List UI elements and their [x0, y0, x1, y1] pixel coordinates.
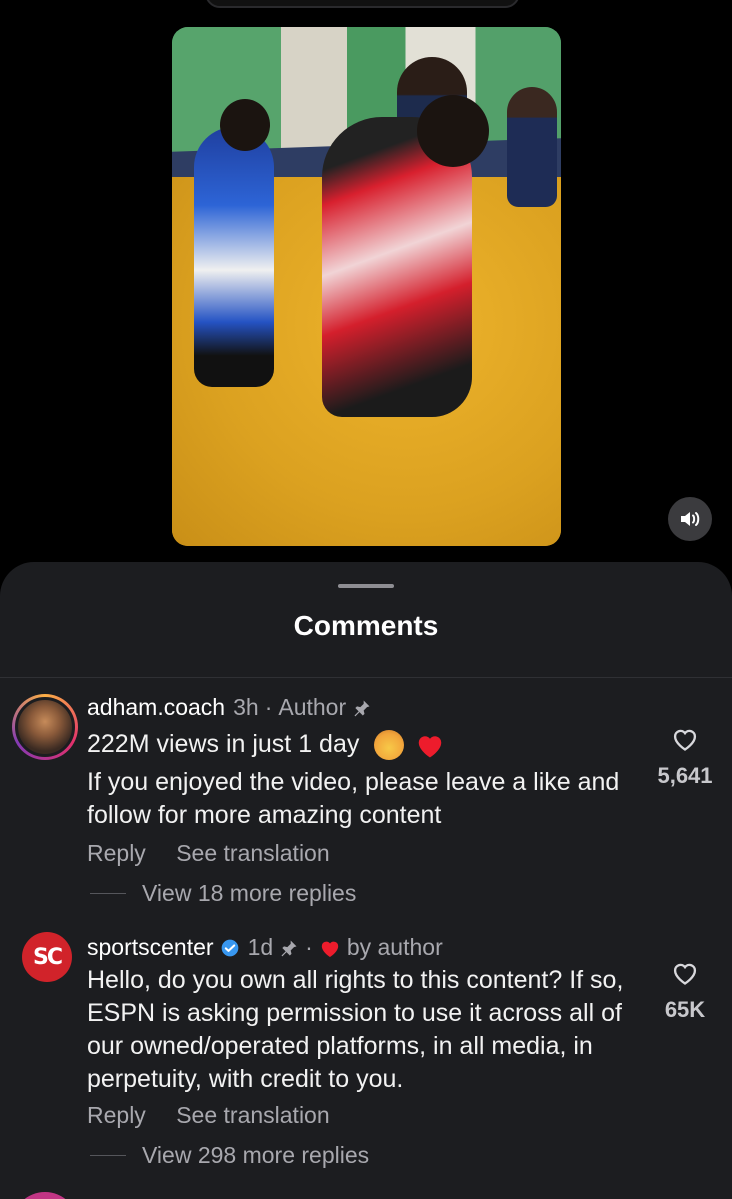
- avatar[interactable]: [12, 1192, 78, 1199]
- see-translation-button[interactable]: See translation: [176, 1102, 329, 1128]
- video-head-blue: [220, 99, 270, 151]
- sheet-drag-handle[interactable]: [338, 584, 394, 588]
- comment-username[interactable]: adham.coach: [87, 694, 225, 721]
- comment-time: 3h: [233, 694, 259, 720]
- comment-headline: 222M views in just 1 day: [87, 728, 445, 761]
- sc-logo-text: SC: [33, 944, 63, 970]
- comments-sheet: Comments adham.coach 3h · Author 222M vi…: [0, 562, 732, 1199]
- heart-filled-icon: [321, 941, 339, 957]
- heart-icon[interactable]: [671, 960, 699, 986]
- verified-icon: [221, 939, 238, 956]
- sound-toggle-button[interactable]: [668, 497, 712, 541]
- view-replies-button[interactable]: View 298 more replies: [90, 1142, 369, 1169]
- author-badge: Author: [278, 694, 347, 720]
- comment-meta: sportscenter 1d · by author: [87, 934, 443, 961]
- sheet-title: Comments: [293, 610, 439, 641]
- like-control[interactable]: 5,641: [650, 726, 720, 789]
- like-count: 65K: [664, 997, 706, 1022]
- comment-username[interactable]: sportscenter: [87, 934, 214, 961]
- comment-actions: Reply See translation: [87, 840, 354, 867]
- liked-by-author-label: by author: [346, 934, 443, 960]
- see-translation-button[interactable]: See translation: [176, 840, 329, 866]
- pin-icon: [281, 940, 297, 956]
- video-head-red: [417, 95, 489, 167]
- like-control[interactable]: 65K: [650, 960, 720, 1023]
- avatar[interactable]: SC: [22, 932, 72, 982]
- pin-icon: [354, 700, 370, 716]
- view-replies-button[interactable]: View 18 more replies: [90, 880, 356, 907]
- view-replies-label: View 18 more replies: [142, 880, 357, 906]
- heart-icon[interactable]: [671, 726, 699, 752]
- comment-text: If you enjoyed the video, please leave a…: [87, 768, 620, 829]
- comment-meta: adham.coach 3h · Author: [87, 694, 372, 721]
- reply-button[interactable]: Reply: [87, 1102, 146, 1128]
- view-replies-label: View 298 more replies: [142, 1142, 370, 1168]
- comment-time: 1d: [247, 934, 274, 960]
- avatar[interactable]: [12, 694, 78, 760]
- like-count: 5,641: [657, 763, 713, 788]
- video-person-back-right: [507, 87, 557, 207]
- top-bar-pill: [205, 0, 520, 8]
- mind-blown-emoji-icon: [374, 730, 405, 761]
- video-fighter-blue: [194, 127, 274, 387]
- red-heart-emoji-icon: [419, 736, 442, 758]
- replies-line: [90, 1155, 126, 1156]
- comment-text: Hello, do you own all rights to this con…: [87, 966, 624, 1093]
- video-player[interactable]: [172, 27, 561, 546]
- comment-actions: Reply See translation: [87, 1102, 354, 1129]
- divider: [0, 677, 732, 678]
- replies-line: [90, 893, 126, 894]
- reply-button[interactable]: Reply: [87, 840, 146, 866]
- speaker-icon: [681, 512, 700, 526]
